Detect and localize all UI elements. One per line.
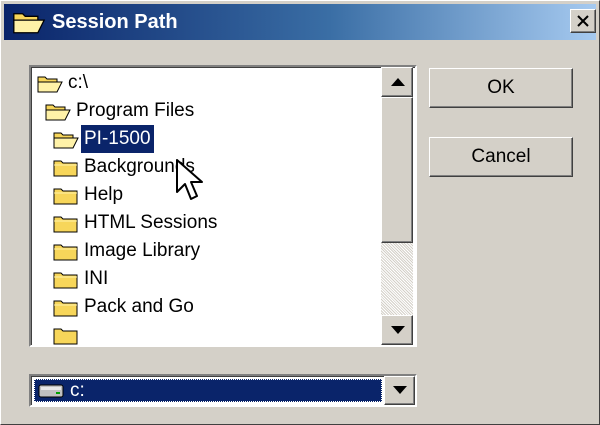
folder-icon [53, 188, 78, 205]
folder-icon [53, 160, 78, 177]
vertical-scrollbar[interactable] [381, 67, 413, 345]
folder-icon [53, 216, 78, 233]
scroll-down-button[interactable] [381, 315, 413, 345]
folder-icon [53, 244, 78, 261]
tree-item-label: INI [84, 268, 109, 289]
scroll-up-button[interactable] [381, 67, 413, 97]
drive-dropdown-button[interactable] [384, 376, 415, 405]
tree-item-label: Pack and Go [84, 296, 194, 317]
close-button[interactable] [570, 9, 596, 33]
arrow-up-icon [391, 78, 405, 86]
title-bar[interactable]: Session Path [4, 4, 596, 40]
drive-select[interactable]: c: [29, 374, 417, 407]
cancel-button[interactable]: Cancel [429, 137, 573, 177]
open-folder-icon [37, 76, 63, 93]
open-folder-icon [45, 104, 71, 121]
mouse-cursor-icon [176, 159, 203, 200]
drive-label: c: [70, 380, 85, 401]
folder-tree[interactable]: c:\ Program Files PI-1500 Backgrounds He… [29, 65, 417, 347]
session-path-dialog: Session Path c:\ Program Files PI-1500 B… [0, 0, 600, 425]
tree-item-label: Help [84, 184, 124, 205]
chevron-down-icon [393, 386, 407, 394]
folder-tree-items: c:\ Program Files PI-1500 Backgrounds He… [31, 67, 379, 345]
folder-icon [53, 300, 78, 317]
folder-icon [53, 328, 78, 345]
tree-item-label: c:\ [68, 72, 89, 93]
open-folder-icon [53, 132, 79, 149]
arrow-down-icon [391, 326, 405, 334]
scroll-thumb[interactable] [381, 97, 413, 243]
open-folder-icon [13, 13, 46, 34]
close-icon [577, 15, 589, 27]
window-title: Session Path [52, 11, 178, 33]
tree-item-label: PI-1500 [81, 125, 154, 153]
ok-button[interactable]: OK [429, 68, 573, 108]
tree-item-label: Program Files [76, 100, 195, 121]
drive-icon [38, 384, 64, 398]
drive-selected-value: c: [34, 379, 382, 402]
tree-item-label: HTML Sessions [84, 212, 218, 233]
folder-icon [53, 272, 78, 289]
tree-item-label: Image Library [84, 240, 201, 261]
